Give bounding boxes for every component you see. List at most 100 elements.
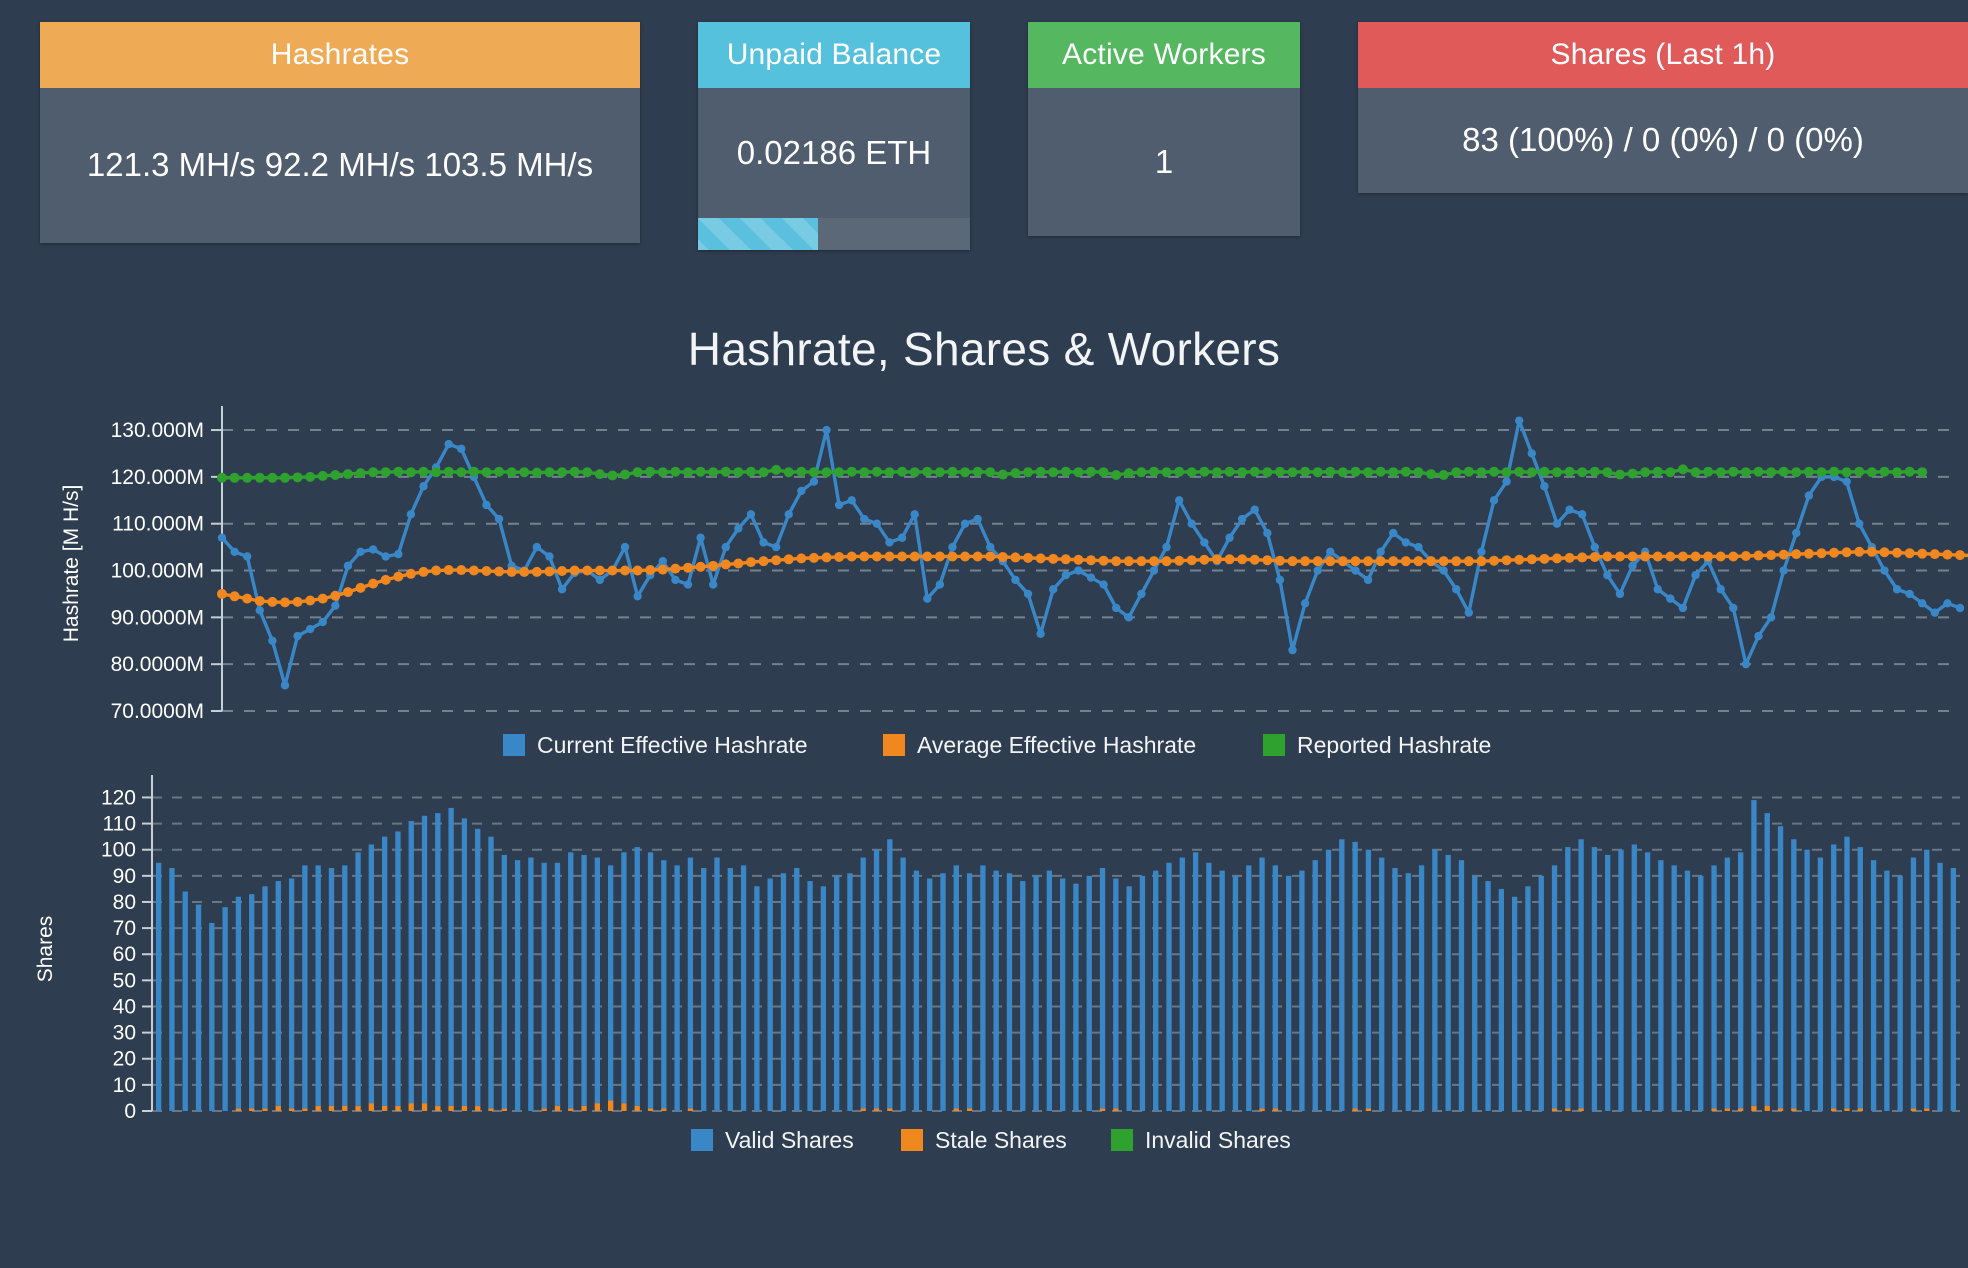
shares-bar-stale <box>541 1107 547 1111</box>
shares-bar-valid <box>1153 870 1159 1111</box>
shares-ytick-label: 90 <box>113 864 136 887</box>
hashrate-chart-svg: 70.0000M 80.0000M 90.0000M 100.000M 110.000M… <box>60 405 1968 758</box>
stat-card-shares-last-1h-value: 83 (100%) / 0 (0%) / 0 (0%) <box>1358 87 1968 193</box>
shares-bar-stale <box>408 1102 414 1111</box>
shares-bar-valid <box>847 872 853 1111</box>
shares-bar-stale <box>1831 1107 1837 1111</box>
shares-bar-valid <box>1379 857 1385 1111</box>
shares-bar-stale <box>1724 1107 1731 1111</box>
shares-bar-valid <box>262 885 268 1108</box>
shares-bar-stale <box>607 1100 614 1111</box>
shares-bar-valid <box>873 849 880 1108</box>
shares-bar-valid <box>1884 870 1890 1111</box>
shares-bar-valid <box>1232 875 1239 1111</box>
shares-bar-valid <box>634 846 640 1106</box>
shares-bar-valid <box>342 864 348 1106</box>
stat-card-shares-last-1h[interactable]: Shares (Last 1h) 83 (100%) / 0 (0%) / 0 … <box>1358 22 1968 193</box>
shares-bar-valid <box>647 851 654 1108</box>
shares-bar-valid <box>1126 885 1132 1111</box>
shares-bar-stale <box>966 1107 973 1111</box>
shares-bar-valid <box>674 864 680 1111</box>
shares-bar-valid <box>1472 875 1478 1111</box>
shares-ytick-label: 20 <box>113 1047 136 1070</box>
unpaid-balance-progress-track <box>698 217 970 250</box>
stat-card-unpaid-balance-header: Unpaid Balance <box>698 22 970 88</box>
shares-bar-valid <box>1445 854 1451 1111</box>
shares-legend-label[interactable]: Valid Shares <box>725 1127 854 1153</box>
shares-legend-label[interactable]: Invalid Shares <box>1145 1127 1291 1153</box>
shares-bar-stale <box>1764 1105 1770 1111</box>
shares-bar-valid <box>1033 875 1039 1111</box>
stat-card-hashrates[interactable]: Hashrates 121.3 MH/s 92.2 MH/s 103.5 MH/… <box>40 22 640 243</box>
shares-bar-valid <box>794 867 800 1111</box>
stat-card-active-workers-header: Active Workers <box>1028 22 1300 88</box>
hashrate-legend-label[interactable]: Current Effective Hashrate <box>537 732 808 758</box>
shares-bar-valid <box>1751 799 1757 1106</box>
hashrate-legend-swatch <box>503 733 525 756</box>
shares-bar-stale <box>1924 1107 1930 1111</box>
stat-cards-row: Hashrates 121.3 MH/s 92.2 MH/s 103.5 MH/… <box>0 0 1968 250</box>
shares-bar-valid <box>328 867 335 1106</box>
shares-legend-label[interactable]: Stale Shares <box>935 1127 1067 1153</box>
shares-bar-stale <box>953 1107 959 1111</box>
shares-bar-valid <box>1844 836 1850 1108</box>
shares-bar-valid <box>594 857 601 1103</box>
shares-bar-stale <box>1777 1107 1784 1111</box>
shares-bar-stale <box>488 1107 494 1111</box>
hashrate-legend-label[interactable]: Average Effective Hashrate <box>917 732 1196 758</box>
shares-ytick-label: 50 <box>113 969 136 992</box>
shares-bar-valid <box>1099 867 1106 1108</box>
shares-bar-valid <box>514 859 521 1111</box>
stat-card-active-workers[interactable]: Active Workers 1 <box>1028 22 1300 236</box>
shares-bar-valid <box>1538 875 1544 1111</box>
shares-bar-valid <box>1831 843 1837 1108</box>
shares-bar-stale <box>235 1107 242 1111</box>
stat-card-hashrates-title: Hashrates <box>270 38 410 71</box>
shares-bar-stale <box>1711 1107 1717 1111</box>
shares-bar-valid <box>1246 864 1252 1111</box>
shares-bar-valid <box>1206 862 1212 1111</box>
shares-bar-valid <box>1711 864 1717 1108</box>
unpaid-balance-progress-fill <box>698 217 818 250</box>
stat-card-active-workers-title: Active Workers <box>1062 38 1266 71</box>
hashrate-legend-label[interactable]: Reported Hashrate <box>1297 732 1491 758</box>
shares-bar-valid <box>1312 859 1318 1111</box>
shares-bar-stale <box>1578 1107 1584 1111</box>
shares-bar-valid <box>607 864 614 1101</box>
shares-bar-valid <box>302 864 308 1108</box>
shares-ytick-label: 60 <box>113 943 136 966</box>
shares-bar-valid <box>1658 859 1664 1111</box>
shares-bar-stale <box>448 1105 454 1111</box>
shares-bar-valid <box>288 877 295 1108</box>
stat-card-hashrates-value: 121.3 MH/s 92.2 MH/s 103.5 MH/s <box>40 87 640 243</box>
shares-bar-stale <box>1272 1107 1279 1111</box>
shares-bar-stale <box>381 1105 388 1111</box>
shares-bar-valid <box>1671 864 1677 1111</box>
shares-bar-valid <box>528 857 534 1111</box>
shares-bar-valid <box>1046 870 1053 1111</box>
shares-bar-valid <box>1684 870 1691 1111</box>
hashrate-chart[interactable]: 70.0000M 80.0000M 90.0000M 100.000M 110.000M… <box>0 396 1968 771</box>
shares-bar-stale <box>581 1105 587 1111</box>
shares-chart[interactable]: 0 10 20 30 40 50 60 70 80 90 100 110 120 Shares Valid … <box>0 771 1968 1161</box>
shares-bar-valid <box>1791 838 1797 1108</box>
shares-bar-stale <box>395 1105 401 1111</box>
shares-bar-stale <box>461 1105 468 1111</box>
stat-card-unpaid-balance[interactable]: Unpaid Balance 0.02186 ETH <box>698 22 970 250</box>
hashrate-ytick-label: 130.000M <box>111 419 204 442</box>
shares-bar-valid <box>740 864 747 1111</box>
shares-bar-valid <box>249 893 255 1108</box>
shares-bar-valid <box>1817 857 1824 1111</box>
hashrate-ytick-label: 70.0000M <box>111 700 204 723</box>
shares-bar-valid <box>687 857 694 1108</box>
stat-card-shares-last-1h-title: Shares (Last 1h) <box>1550 38 1776 71</box>
shares-bar-stale <box>475 1105 481 1111</box>
shares-ytick-label: 10 <box>113 1073 136 1096</box>
shares-bar-stale <box>342 1105 348 1111</box>
shares-bar-valid <box>581 854 587 1106</box>
shares-bar-stale <box>288 1107 295 1111</box>
shares-bar-valid <box>1113 877 1119 1108</box>
hashrate-ytick-label: 110.000M <box>112 512 204 535</box>
shares-bar-valid <box>568 851 574 1108</box>
shares-bar-stale <box>1352 1107 1358 1111</box>
